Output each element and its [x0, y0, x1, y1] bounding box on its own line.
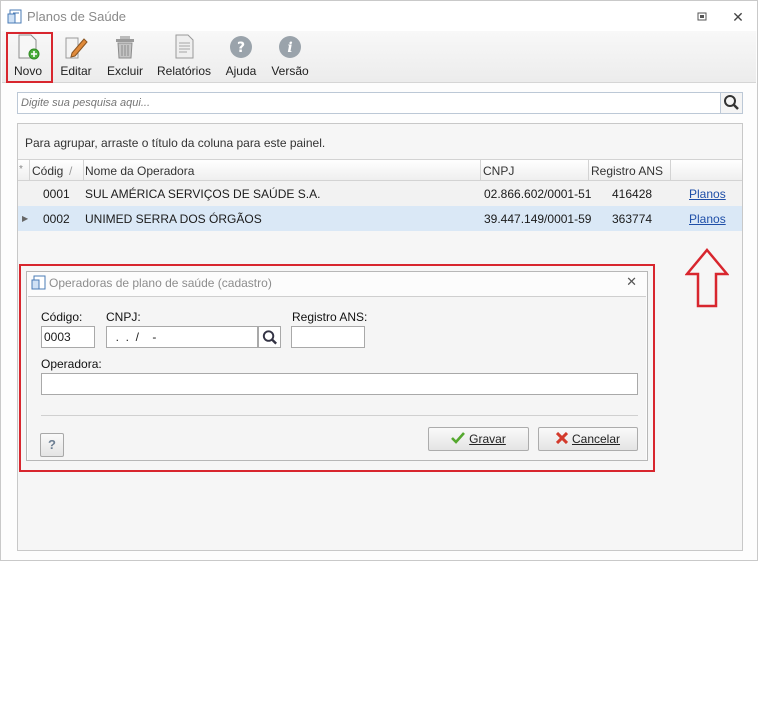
cancel-button[interactable]: Cancelar — [538, 427, 638, 451]
version-button[interactable]: i Versão — [269, 34, 311, 80]
table-row[interactable]: 0001 SUL AMÉRICA SERVIÇOS DE SAÚDE S.A. … — [18, 181, 742, 206]
edit-button-label: Editar — [60, 64, 92, 78]
dialog-title: Operadoras de plano de saúde (cadastro) — [49, 276, 272, 290]
cell-ans: 363774 — [612, 212, 653, 226]
grid-header: * Códig / Nome da Operadora CNPJ Registr… — [18, 159, 742, 181]
search-icon — [724, 95, 739, 110]
cancel-x-icon — [555, 431, 569, 445]
dialog-help-button[interactable]: ? — [40, 433, 64, 457]
reports-button[interactable]: Relatórios — [156, 34, 212, 80]
group-by-hint: Para agrupar, arraste o título da coluna… — [25, 136, 326, 150]
restore-window-icon[interactable] — [691, 7, 713, 27]
cnpj-label: CNPJ: — [106, 310, 141, 324]
cell-code: 0001 — [43, 187, 70, 201]
title-bar: Planos de Saúde ✕ — [1, 1, 757, 31]
up-arrow-annotation-icon — [685, 248, 729, 308]
save-button-label: Gravar — [469, 432, 506, 446]
cell-name: SUL AMÉRICA SERVIÇOS DE SAÚDE S.A. — [85, 187, 321, 201]
svg-text:?: ? — [237, 40, 245, 56]
cancel-button-label: Cancelar — [571, 432, 621, 446]
dialog-app-icon — [31, 275, 46, 290]
app-icon — [7, 9, 22, 24]
cell-ans: 416428 — [612, 187, 653, 201]
svg-text:i: i — [287, 40, 292, 56]
info-circle-icon: i — [279, 36, 301, 58]
table-row-selected[interactable]: ▶ 0002 UNIMED SERRA DOS ÓRGÃOS 39.447.14… — [18, 206, 742, 231]
help-button[interactable]: ? Ajuda — [223, 34, 259, 80]
search-icon — [262, 330, 277, 345]
operadora-field[interactable] — [41, 373, 638, 395]
planos-link[interactable]: Planos — [689, 212, 726, 226]
column-header-cnpj[interactable]: CNPJ — [483, 164, 514, 178]
edit-button[interactable]: Editar — [57, 34, 95, 80]
row-pointer-icon: ▶ — [22, 214, 29, 223]
window-title: Planos de Saúde — [27, 9, 127, 24]
cell-cnpj: 39.447.149/0001-59 — [484, 212, 592, 226]
sort-indicator-icon: / — [69, 164, 73, 178]
search-bar — [17, 92, 743, 114]
pencil-icon — [65, 37, 88, 59]
operator-dialog: Operadoras de plano de saúde (cadastro) … — [26, 271, 648, 461]
help-button-label: Ajuda — [225, 64, 257, 78]
codigo-label: Código: — [41, 310, 83, 324]
search-input[interactable] — [18, 93, 720, 113]
registro-ans-field[interactable] — [291, 326, 365, 348]
save-button[interactable]: Gravar — [428, 427, 529, 451]
close-icon[interactable]: ✕ — [725, 7, 751, 27]
cell-code: 0002 — [43, 212, 70, 226]
dialog-divider — [41, 415, 638, 416]
operadora-label: Operadora: — [41, 357, 102, 371]
column-header-code[interactable]: Códig — [32, 164, 63, 178]
trash-icon — [116, 36, 134, 59]
toolbar: Novo Editar Excluir Relatórios ? Ajuda i… — [2, 31, 756, 83]
codigo-field[interactable]: 0003 — [41, 326, 95, 348]
new-button-highlight — [6, 32, 53, 83]
row-marker-header: * — [19, 164, 23, 175]
column-header-name[interactable]: Nome da Operadora — [85, 164, 194, 178]
cnpj-field[interactable]: . . / - — [106, 326, 258, 348]
operators-grid: * Códig / Nome da Operadora CNPJ Registr… — [18, 159, 742, 231]
checkmark-icon — [451, 432, 466, 444]
cnpj-search-button[interactable] — [258, 326, 281, 348]
planos-link[interactable]: Planos — [689, 187, 726, 201]
delete-button[interactable]: Excluir — [105, 34, 145, 80]
report-icon — [175, 34, 194, 59]
main-window: Planos de Saúde ✕ Novo Editar Excluir Re… — [0, 0, 758, 561]
reports-button-label: Relatórios — [156, 64, 212, 78]
cell-name: UNIMED SERRA DOS ÓRGÃOS — [85, 212, 262, 226]
registro-ans-label: Registro ANS: — [292, 310, 368, 324]
cell-cnpj: 02.866.602/0001-51 — [484, 187, 592, 201]
question-circle-icon: ? — [230, 36, 252, 58]
dialog-close-icon[interactable]: ✕ — [626, 274, 637, 290]
column-header-ans[interactable]: Registro ANS — [591, 164, 663, 178]
delete-button-label: Excluir — [106, 64, 143, 78]
version-button-label: Versão — [271, 64, 309, 78]
search-button[interactable] — [720, 93, 742, 113]
dialog-body: Código: 0003 CNPJ: . . / - Registro ANS:… — [28, 296, 646, 460]
